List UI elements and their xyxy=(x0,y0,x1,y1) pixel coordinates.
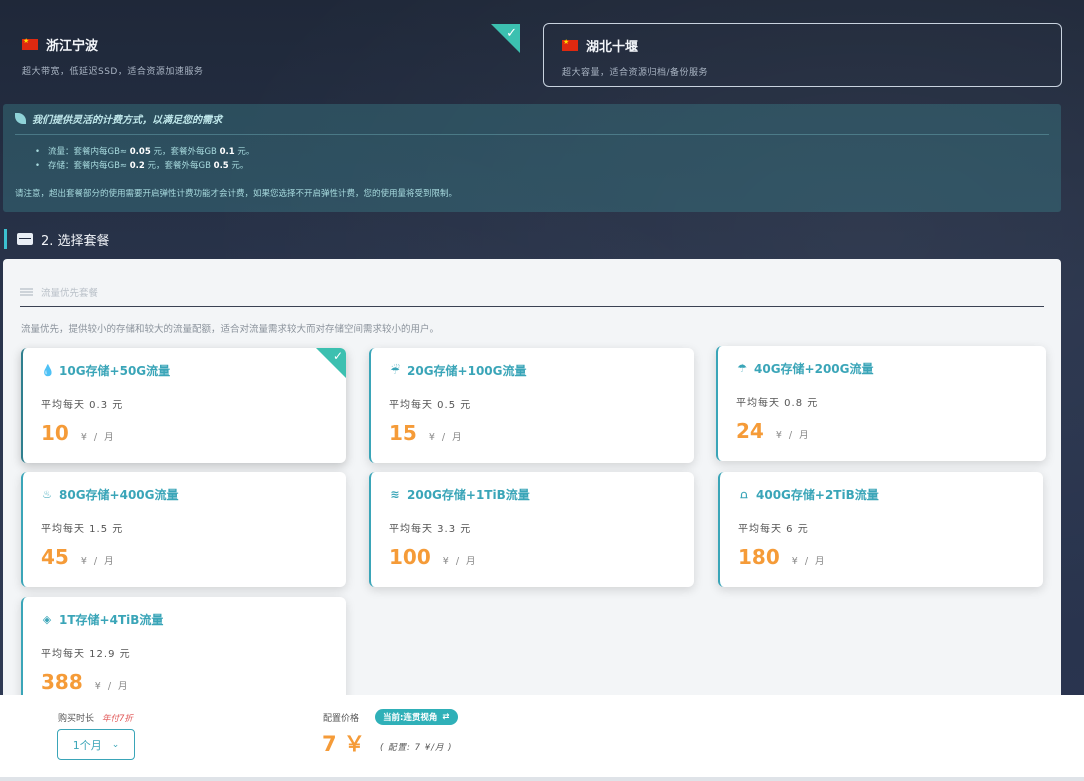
cloud-rain-icon: ☔ xyxy=(390,364,400,377)
plan-card-80g[interactable]: ♨ 80G存储+400G流量 平均每天 1.5 元 45 ¥ / 月 xyxy=(21,472,346,587)
billing-traffic: 流量：套餐内每GB≈ 0.05 元，套餐外每GB 0.1 元。 xyxy=(35,145,1049,159)
region-card-ningbo[interactable]: 浙江宁波 超大带宽，低延迟SSD，适合资源加速服务 xyxy=(4,23,520,87)
droplet-icon: 💧 xyxy=(41,364,55,377)
plan-name: ⩍ 400G存储+2TiB流量 xyxy=(738,486,1025,503)
billing-list: 流量：套餐内每GB≈ 0.05 元，套餐外每GB 0.1 元。 存储：套餐内每G… xyxy=(35,145,1049,173)
region-description: 超大容量，适合资源归档/备份服务 xyxy=(562,68,709,78)
duration-select[interactable]: 1个月 ⌄ xyxy=(57,729,135,760)
cloud-showers-icon: ☂ xyxy=(737,362,747,375)
plan-name: ☂ 40G存储+200G流量 xyxy=(737,362,874,376)
billing-title-text: 我们提供灵活的计费方式，以满足您的需求 xyxy=(32,115,222,126)
plan-daily-cost: 平均每天 3.3 元 xyxy=(389,524,472,535)
plan-price: 24 xyxy=(736,419,764,443)
billing-info-box: 我们提供灵活的计费方式，以满足您的需求 流量：套餐内每GB≈ 0.05 元，套餐… xyxy=(3,104,1061,212)
plan-price-unit: ¥ / 月 xyxy=(775,430,811,441)
plan-name: ☔ 20G存储+100G流量 xyxy=(390,364,527,378)
plan-card-20g[interactable]: ☔ 20G存储+100G流量 平均每天 0.5 元 15 ¥ / 月 xyxy=(369,348,694,463)
plan-card-10g[interactable]: 💧 10G存储+50G流量 平均每天 0.3 元 10 ¥ / 月 ✓ xyxy=(21,348,346,463)
plan-name: 💧 10G存储+50G流量 xyxy=(41,364,171,378)
plan-card-400g[interactable]: ⩍ 400G存储+2TiB流量 平均每天 6 元 180 ¥ / 月 xyxy=(718,472,1043,587)
region-description: 超大带宽，低延迟SSD，适合资源加速服务 xyxy=(22,67,204,77)
plan-daily-cost: 平均每天 0.5 元 xyxy=(389,400,472,411)
duration-label: 购买时长 年付7折 xyxy=(58,714,133,724)
plan-daily-cost: 平均每天 1.5 元 xyxy=(41,524,124,535)
plan-price: 15 xyxy=(389,421,417,445)
plan-daily-cost: 平均每天 0.3 元 xyxy=(41,400,124,411)
region-name: 湖北十堰 xyxy=(562,36,1043,55)
billing-storage: 存储：套餐内每GB≈ 0.2 元，套餐外每GB 0.5 元。 xyxy=(35,159,1049,173)
plan-price-unit: ¥ / 月 xyxy=(80,556,116,567)
total-price: 7 ￥ xyxy=(322,732,365,756)
section-title: 2. 选择套餐 xyxy=(4,229,110,249)
server-icon xyxy=(17,233,33,245)
discount-hint: 年付7折 xyxy=(102,714,133,724)
plan-name: ≋ 200G存储+1TiB流量 xyxy=(390,488,530,502)
water-icon: ≋ xyxy=(390,488,400,501)
bridge-icon: ⩍ xyxy=(740,487,748,501)
plan-card-200g[interactable]: ≋ 200G存储+1TiB流量 平均每天 3.3 元 100 ¥ / 月 xyxy=(369,472,694,587)
plan-name: ◈ 1T存储+4TiB流量 xyxy=(42,613,164,627)
china-flag-icon xyxy=(562,38,578,51)
plan-price-unit: ¥ / 月 xyxy=(428,432,464,443)
plan-card-40g[interactable]: ☂ 40G存储+200G流量 平均每天 0.8 元 24 ¥ / 月 xyxy=(716,346,1046,461)
price-label: 配置价格 xyxy=(323,714,360,724)
plan-name: ♨ 80G存储+400G流量 xyxy=(42,488,179,502)
list-icon xyxy=(20,287,33,296)
plans-panel-heading-text: 流量优先套餐 xyxy=(41,287,99,299)
china-flag-icon xyxy=(22,37,38,50)
plan-price: 45 xyxy=(41,545,69,569)
view-toggle-badge[interactable]: 当前:连贯视角 ⇄ xyxy=(375,709,458,725)
plans-panel-heading: 流量优先套餐 xyxy=(20,277,1044,307)
plan-price: 10 xyxy=(41,421,69,445)
selected-check-icon: ✓ xyxy=(491,24,520,53)
plan-price: 100 xyxy=(389,545,431,569)
leaf-icon xyxy=(15,113,26,124)
view-toggle-label: 当前:连贯视角 xyxy=(383,713,438,723)
config-price-note: ( 配置: 7 ¥/月 ) xyxy=(380,743,453,753)
plan-price-unit: ¥ / 月 xyxy=(791,556,827,567)
billing-title: 我们提供灵活的计费方式，以满足您的需求 xyxy=(15,111,1049,135)
plans-panel: 流量优先套餐 流量优先，提供较小的存储和较大的流量配额，适合对流量需求较大而对存… xyxy=(3,259,1061,712)
cube-icon: ◈ xyxy=(42,613,52,626)
plans-panel-description: 流量优先，提供较小的存储和较大的流量配额，适合对流量需求较大而对存储空间需求较小… xyxy=(21,324,440,335)
region-name: 浙江宁波 xyxy=(22,35,502,54)
pool-icon: ♨ xyxy=(42,488,52,501)
plan-price: 180 xyxy=(738,545,780,569)
plan-price: 388 xyxy=(41,670,83,694)
region-title: 湖北十堰 xyxy=(586,40,639,55)
duration-value: 1个月 xyxy=(72,738,102,752)
plan-price-unit: ¥ / 月 xyxy=(80,432,116,443)
billing-note: 请注意，超出套餐部分的使用需要开启弹性计费功能才会计费，如果您选择不开启弹性计费… xyxy=(15,189,458,199)
region-title: 浙江宁波 xyxy=(46,39,99,54)
region-selector: 浙江宁波 超大带宽，低延迟SSD，适合资源加速服务 ✓ 湖北十堰 超大容量，适合… xyxy=(0,14,1084,94)
plan-daily-cost: 平均每天 12.9 元 xyxy=(41,649,131,660)
swap-icon: ⇄ xyxy=(442,712,450,722)
region-card-shiyan[interactable]: 湖北十堰 超大容量，适合资源归档/备份服务 xyxy=(543,23,1062,87)
plan-daily-cost: 平均每天 0.8 元 xyxy=(736,398,819,409)
plan-daily-cost: 平均每天 6 元 xyxy=(738,524,809,535)
plan-price-unit: ¥ / 月 xyxy=(442,556,478,567)
chevron-down-icon: ⌄ xyxy=(111,739,120,750)
selected-check-icon: ✓ xyxy=(316,348,346,378)
section-title-text: 2. 选择套餐 xyxy=(41,233,110,249)
order-footer: 购买时长 年付7折 1个月 ⌄ 配置价格 当前:连贯视角 ⇄ 7 ￥ ( 配置: … xyxy=(0,695,1084,781)
plan-price-unit: ¥ / 月 xyxy=(94,681,130,692)
